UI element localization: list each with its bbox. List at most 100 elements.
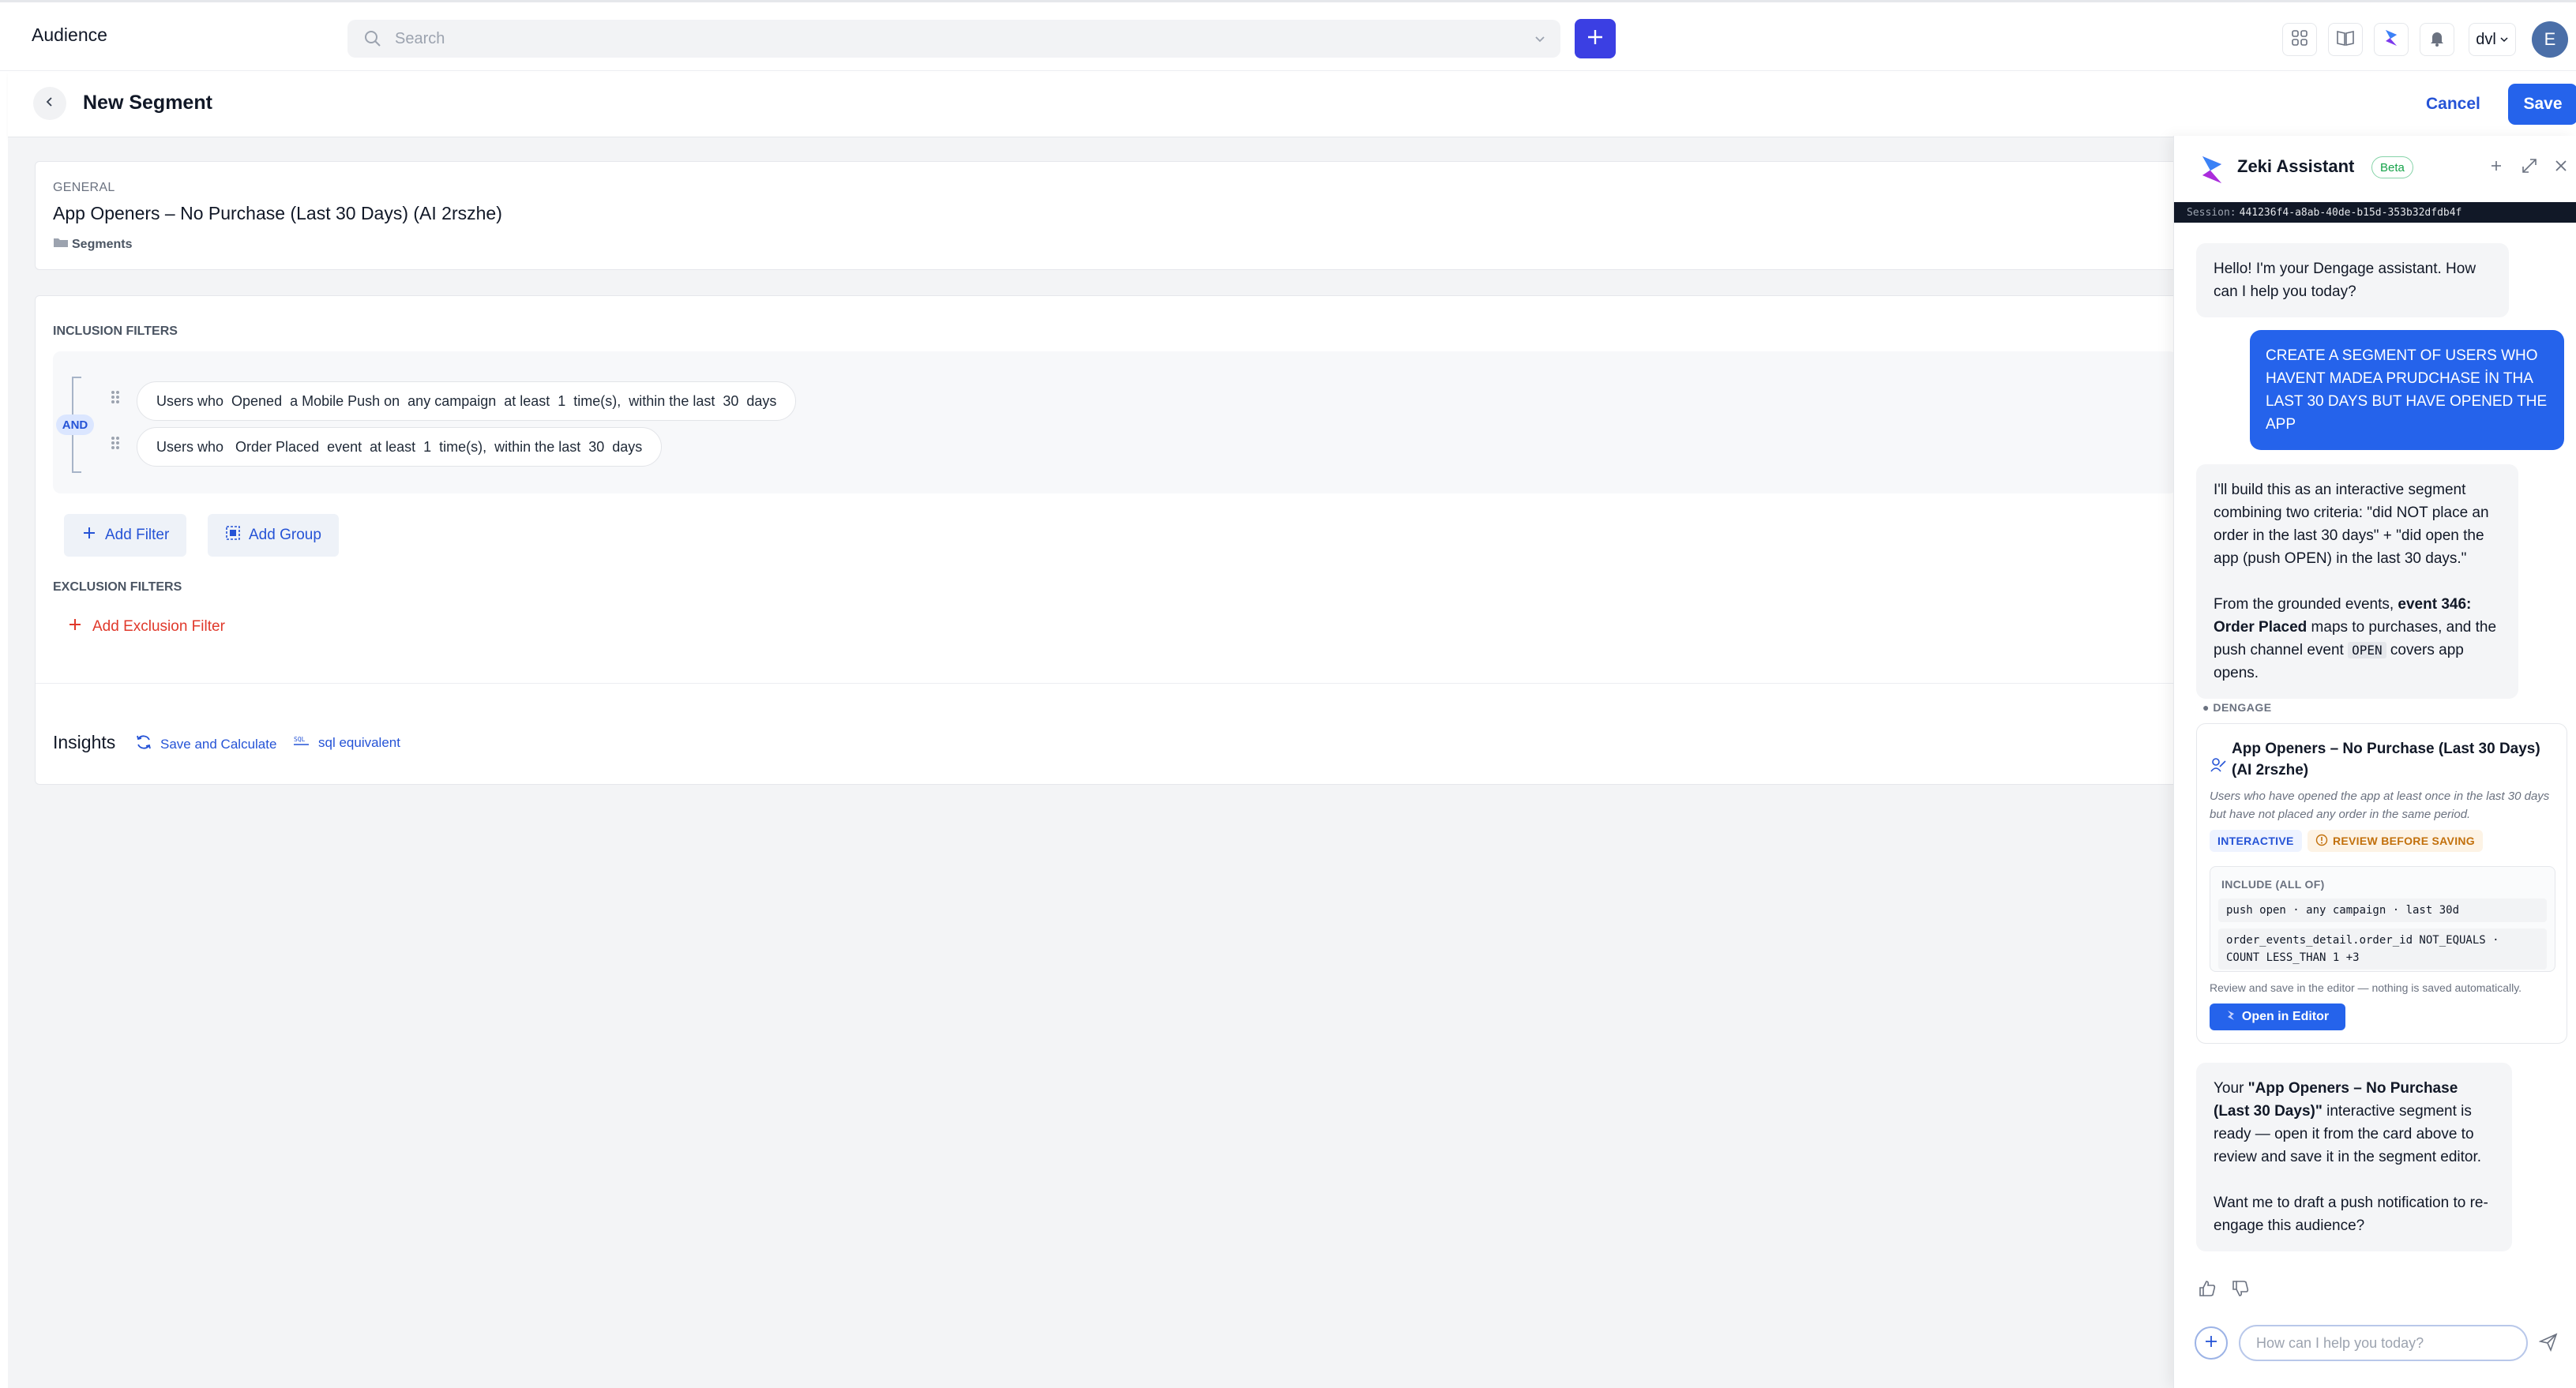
assistant-button[interactable] bbox=[2374, 23, 2409, 56]
thumbs-down-icon[interactable] bbox=[2231, 1279, 2250, 1302]
page-header: New Segment Cancel Save bbox=[8, 73, 2576, 137]
inclusion-filters-label: INCLUSION FILTERS bbox=[53, 324, 178, 338]
inline-code: OPEN bbox=[2348, 642, 2386, 658]
bell-icon bbox=[2428, 29, 2446, 51]
sql-equivalent-button[interactable]: SQL sql equivalent bbox=[293, 733, 400, 752]
filter-row-push-opened[interactable]: Users who Opened a Mobile Push on any ca… bbox=[137, 381, 797, 421]
message-text: From the grounded events, bbox=[2214, 596, 2398, 613]
folder-selector[interactable]: Segments bbox=[53, 236, 132, 253]
save-button[interactable]: Save bbox=[2508, 84, 2576, 125]
criteria-item: order_events_detail.order_id NOT_EQUALS … bbox=[2218, 928, 2547, 970]
avatar[interactable]: E bbox=[2532, 21, 2568, 58]
insights-label: Insights bbox=[53, 732, 116, 752]
open-in-editor-button[interactable]: Open in Editor bbox=[2210, 1003, 2345, 1030]
sql-icon: SQL bbox=[293, 733, 310, 752]
new-chat-button[interactable] bbox=[2485, 156, 2507, 178]
docs-button[interactable] bbox=[2328, 23, 2363, 56]
card-description: Users who have opened the app at least o… bbox=[2210, 790, 2550, 821]
assistant-message: Your "App Openers – No Purchase (Last 30… bbox=[2196, 1063, 2512, 1251]
folder-icon bbox=[53, 236, 69, 253]
review-tag: REVIEW BEFORE SAVING bbox=[2308, 830, 2483, 852]
beta-badge: Beta bbox=[2371, 156, 2413, 178]
expand-button[interactable] bbox=[2518, 156, 2540, 178]
zeki-logo-icon bbox=[2198, 155, 2226, 189]
card-footnote: Review and save in the editor — nothing … bbox=[2210, 981, 2522, 994]
create-button[interactable] bbox=[1575, 19, 1616, 58]
general-section-label: GENERAL bbox=[53, 181, 115, 194]
general-card: GENERAL App Openers – No Purchase (Last … bbox=[35, 161, 2183, 270]
message-paragraph: Want me to draft a push notification to … bbox=[2214, 1195, 2488, 1234]
exclusion-filters-label: EXCLUSION FILTERS bbox=[53, 580, 182, 594]
svg-text:SQL: SQL bbox=[294, 736, 306, 743]
zeki-logo-icon bbox=[2383, 28, 2400, 51]
expand-icon bbox=[2521, 157, 2538, 178]
source-label: ● DENGAGE bbox=[2202, 701, 2272, 714]
message-text: Your bbox=[2214, 1080, 2248, 1097]
add-exclusion-label: Add Exclusion Filter bbox=[92, 618, 225, 635]
plus-icon bbox=[81, 525, 97, 546]
apps-button[interactable] bbox=[2282, 23, 2317, 56]
assistant-message: Hello! I'm your Dengage assistant. How c… bbox=[2196, 243, 2509, 317]
card-title: App Openers – No Purchase (Last 30 Days)… bbox=[2232, 741, 2540, 778]
attach-button[interactable] bbox=[2195, 1326, 2228, 1360]
add-group-label: Add Group bbox=[249, 527, 321, 543]
criteria-item: push open · any campaign · last 30d bbox=[2218, 898, 2547, 922]
and-operator-toggle[interactable]: AND bbox=[56, 415, 94, 435]
drag-handle-icon[interactable] bbox=[110, 435, 121, 455]
save-and-calculate-label: Save and Calculate bbox=[160, 736, 277, 752]
cancel-button[interactable]: Cancel bbox=[2416, 90, 2490, 118]
section-divider bbox=[36, 683, 2182, 684]
save-and-calculate-button[interactable]: Save and Calculate bbox=[135, 733, 276, 755]
account-label: dvl bbox=[2476, 30, 2496, 48]
plus-icon bbox=[1585, 27, 1605, 51]
account-switcher[interactable]: dvl bbox=[2469, 23, 2516, 56]
message-paragraph: From the grounded events, event 346: Ord… bbox=[2214, 593, 2501, 685]
review-tag-label: REVIEW BEFORE SAVING bbox=[2333, 835, 2475, 847]
thumbs-up-icon[interactable] bbox=[2198, 1279, 2217, 1302]
zeki-logo-icon bbox=[2226, 1010, 2236, 1025]
segment-suggestion-card: App Openers – No Purchase (Last 30 Days)… bbox=[2196, 723, 2567, 1044]
message-paragraph: Your "App Openers – No Purchase (Last 30… bbox=[2214, 1077, 2495, 1169]
interactive-tag: INTERACTIVE bbox=[2210, 830, 2302, 852]
folder-name: Segments bbox=[72, 237, 133, 251]
send-button[interactable] bbox=[2536, 1331, 2561, 1356]
search-icon bbox=[363, 29, 382, 52]
add-group-button[interactable]: Add Group bbox=[208, 514, 339, 557]
filters-card: INCLUSION FILTERS AND Users who Opened a… bbox=[35, 295, 2183, 785]
segment-name[interactable]: App Openers – No Purchase (Last 30 Days)… bbox=[53, 203, 502, 224]
assistant-message: I'll build this as an interactive segmen… bbox=[2196, 464, 2518, 699]
chevron-down-icon bbox=[2499, 31, 2509, 49]
chevron-left-icon bbox=[44, 96, 55, 111]
add-filter-button[interactable]: Add Filter bbox=[64, 514, 187, 557]
message-paragraph: I'll build this as an interactive segmen… bbox=[2214, 482, 2489, 567]
info-icon bbox=[2315, 834, 2328, 849]
close-button[interactable] bbox=[2550, 156, 2572, 178]
refresh-icon bbox=[135, 733, 152, 755]
add-exclusion-filter-button[interactable]: Add Exclusion Filter bbox=[67, 617, 225, 637]
zeki-assistant-panel: Zeki Assistant Beta Session: 441236f4-a8… bbox=[2173, 136, 2576, 1388]
close-icon bbox=[2554, 159, 2568, 177]
plus-icon bbox=[2489, 159, 2503, 177]
global-search[interactable] bbox=[347, 20, 1560, 58]
session-id: 441236f4-a8ab-40de-b15d-353b32dfdb4f bbox=[2239, 206, 2462, 219]
top-bar: Audience Search dvl E bbox=[0, 0, 2576, 71]
session-label: Session: bbox=[2187, 206, 2236, 219]
book-icon bbox=[2336, 29, 2355, 51]
session-bar: Session: 441236f4-a8ab-40de-b15d-353b32d… bbox=[2174, 202, 2576, 223]
plus-icon bbox=[67, 617, 83, 637]
filter-row-order-placed[interactable]: Users who Order Placed event at least 1 … bbox=[137, 427, 663, 467]
apps-grid-icon bbox=[2291, 29, 2308, 51]
plus-icon bbox=[2203, 1334, 2219, 1353]
app-title: Audience bbox=[32, 24, 107, 45]
chevron-down-icon[interactable] bbox=[1534, 32, 1546, 49]
segment-icon bbox=[2210, 756, 2227, 777]
drag-handle-icon[interactable] bbox=[110, 389, 121, 409]
search-input[interactable] bbox=[395, 20, 1500, 58]
open-in-editor-label: Open in Editor bbox=[2241, 1010, 2330, 1023]
sql-equivalent-label: sql equivalent bbox=[318, 734, 400, 750]
chat-input[interactable] bbox=[2239, 1325, 2528, 1361]
back-button[interactable] bbox=[33, 87, 66, 120]
notifications-button[interactable] bbox=[2420, 23, 2454, 56]
add-filter-label: Add Filter bbox=[105, 527, 170, 543]
include-criteria-box: INCLUDE (ALL OF) push open · any campaig… bbox=[2210, 866, 2555, 972]
